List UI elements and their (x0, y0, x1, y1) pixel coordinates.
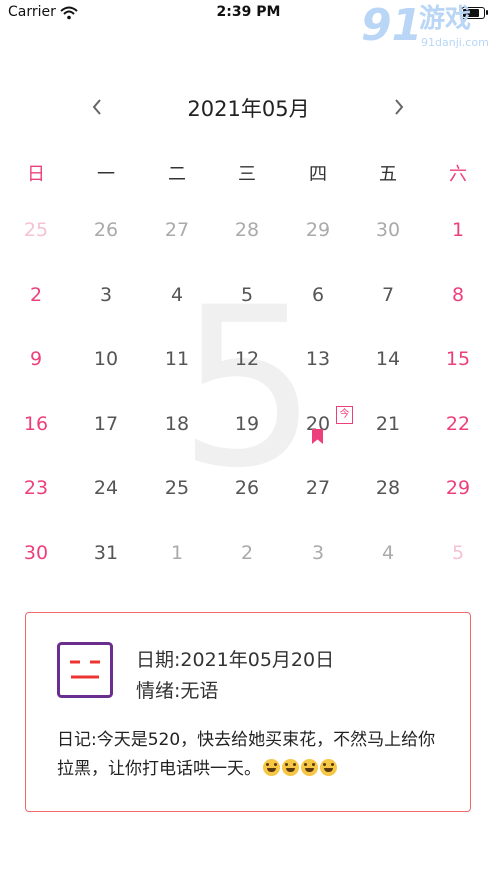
watermark-logo: 91 游戏 91danji.com (361, 2, 493, 54)
calendar-day[interactable]: 21 (358, 404, 418, 444)
calendar-grid: 25 26 27 28 29 30 1 2 3 4 5 6 7 8 9 10 11 12 13 14 15 16 17 18 1… (0, 200, 497, 580)
calendar-day[interactable]: 9 (6, 339, 66, 379)
next-month-button[interactable] (384, 92, 414, 122)
calendar-day[interactable]: 24 (76, 468, 136, 508)
calendar-day-other-month[interactable]: 1 (147, 533, 207, 573)
watermark-number: 91 (361, 0, 423, 51)
calendar-day[interactable]: 10 (76, 339, 136, 379)
calendar-day-other-month[interactable]: 30 (358, 210, 418, 250)
calendar-day[interactable]: 27 (288, 468, 348, 508)
calendar-day-other-month[interactable]: 3 (288, 533, 348, 573)
laughing-tears-icon (282, 759, 299, 776)
calendar-day-other-month[interactable]: 26 (76, 210, 136, 250)
calendar-day[interactable]: 1 (428, 210, 488, 250)
calendar-day[interactable]: 13 (288, 339, 348, 379)
weekday-label: 一 (97, 164, 115, 185)
watermark-url: 91danji.com (421, 36, 489, 49)
calendar-day-other-month[interactable]: 27 (147, 210, 207, 250)
calendar-day-other-month[interactable]: 5 (428, 533, 488, 573)
today-badge: 今 (336, 406, 353, 424)
calendar-day-other-month[interactable]: 29 (288, 210, 348, 250)
watermark-name: 游戏 (419, 4, 472, 34)
weekday-label: 日 (27, 164, 45, 185)
calendar-day-other-month[interactable]: 2 (217, 533, 277, 573)
calendar-day[interactable]: 17 (76, 404, 136, 444)
calendar-day[interactable]: 26 (217, 468, 277, 508)
weekday-label: 四 (309, 164, 327, 185)
diary-card[interactable]: 日期:2021年05月20日 情绪:无语 日记:今天是520，快去给她买束花，不… (25, 612, 471, 812)
calendar-day-other-month[interactable]: 28 (217, 210, 277, 250)
calendar-day[interactable]: 14 (358, 339, 418, 379)
calendar-day[interactable]: 8 (428, 275, 488, 315)
calendar-day[interactable]: 6 (288, 275, 348, 315)
calendar-day[interactable]: 30 (6, 533, 66, 573)
calendar-day-other-month[interactable]: 4 (358, 533, 418, 573)
calendar-day[interactable]: 22 (428, 404, 488, 444)
calendar-day[interactable]: 23 (6, 468, 66, 508)
calendar-day[interactable]: 2 (6, 275, 66, 315)
calendar-day[interactable]: 12 (217, 339, 277, 379)
diary-text: 日记:今天是520，快去给她买束花，不然马上给你拉黑，让你打电话哄一天。 (57, 726, 447, 784)
chevron-right-icon (395, 99, 404, 115)
laughing-tears-icon (320, 759, 337, 776)
calendar-day[interactable]: 11 (147, 339, 207, 379)
month-title: 2021年05月 (187, 97, 310, 121)
calendar-day-other-month[interactable]: 25 (6, 210, 66, 250)
calendar-day[interactable]: 18 (147, 404, 207, 444)
calendar-day[interactable]: 28 (358, 468, 418, 508)
calendar-day[interactable]: 25 (147, 468, 207, 508)
laughing-tears-icon (263, 759, 280, 776)
calendar-day[interactable]: 16 (6, 404, 66, 444)
diary-text-content: 日记:今天是520，快去给她买束花，不然马上给你拉黑，让你打电话哄一天。 (57, 730, 436, 779)
calendar-day[interactable]: 19 (217, 404, 277, 444)
calendar-day[interactable]: 31 (76, 533, 136, 573)
calendar-day[interactable]: 5 (217, 275, 277, 315)
weekday-label: 二 (168, 164, 186, 185)
weekday-label: 六 (449, 164, 467, 185)
weekday-header-row: 日一二三四五六 (0, 160, 497, 192)
weekday-label: 三 (238, 164, 256, 185)
calendar-day[interactable]: 29 (428, 468, 488, 508)
laughing-tears-icon (301, 759, 318, 776)
bookmark-icon (312, 429, 323, 444)
month-header: 2021年05月 (0, 88, 497, 128)
weekday-label: 五 (379, 164, 397, 185)
diary-date: 日期:2021年05月20日 (136, 649, 335, 671)
calendar-day[interactable]: 7 (358, 275, 418, 315)
calendar-day[interactable]: 3 (76, 275, 136, 315)
speechless-face-icon (57, 642, 113, 698)
diary-mood: 情绪:无语 (136, 680, 219, 702)
calendar-day[interactable]: 4 (147, 275, 207, 315)
calendar-day[interactable]: 15 (428, 339, 488, 379)
